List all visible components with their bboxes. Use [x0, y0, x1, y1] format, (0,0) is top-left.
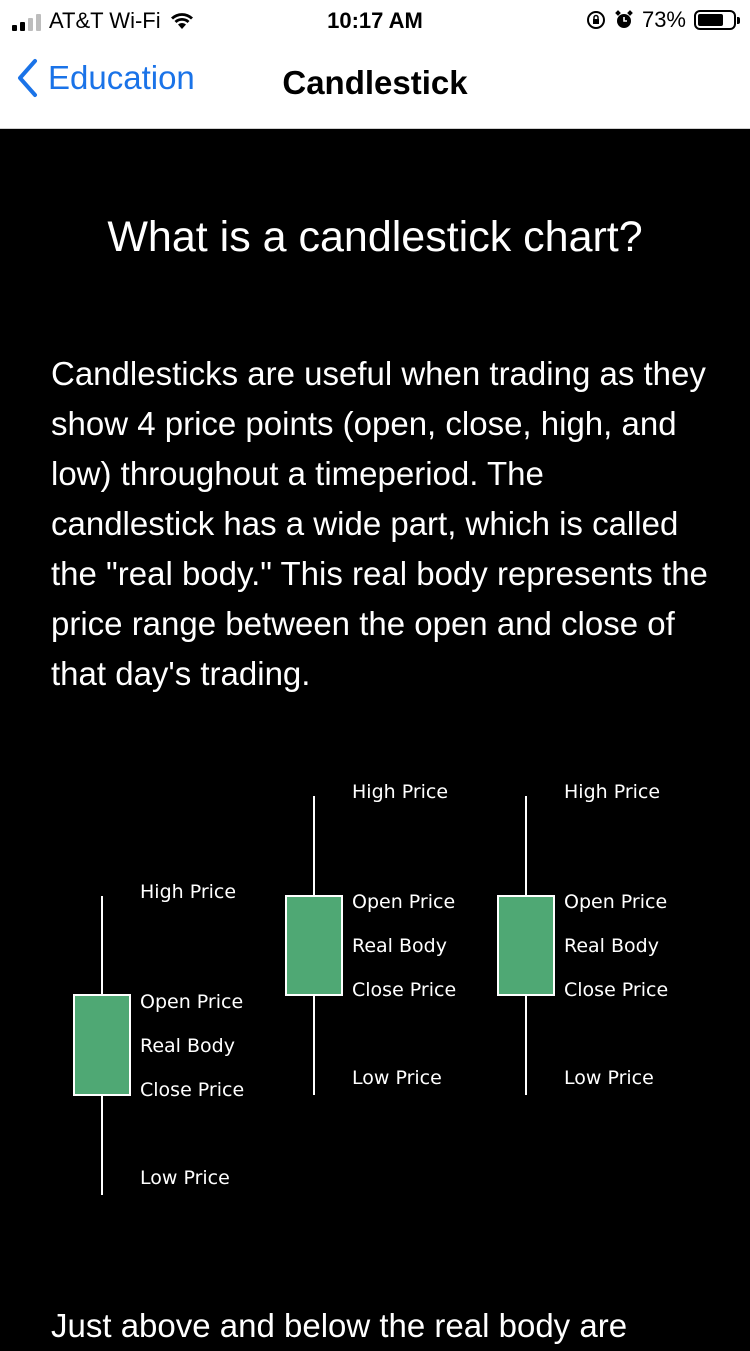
article-paragraph-continued: Just above and below the real body are: [51, 1307, 628, 1344]
high-price-label: High Price: [140, 881, 236, 903]
real-body: [73, 994, 131, 1096]
page-title: Candlestick: [282, 64, 468, 101]
real-body: [497, 895, 555, 996]
low-price-label: Low Price: [352, 1067, 442, 1089]
candlestick-2: High Price Open Price Real Body Close Pr…: [285, 781, 456, 1095]
real-body-label: Real Body: [564, 935, 659, 957]
open-price-label: Open Price: [564, 891, 667, 913]
status-bar: AT&T Wi-Fi 10:17 AM 73%: [0, 0, 750, 40]
article-content[interactable]: What is a candlestick chart? Candlestick…: [0, 129, 750, 1344]
navigation-bar: Education Candlestick: [0, 40, 750, 129]
real-body-label: Real Body: [352, 935, 447, 957]
battery-percent: 73%: [641, 7, 686, 32]
close-price-label: Close Price: [564, 979, 668, 1001]
low-price-label: Low Price: [140, 1167, 230, 1189]
high-price-label: High Price: [564, 781, 660, 803]
candlestick-1: High Price Open Price Real Body Close Pr…: [73, 881, 244, 1195]
status-right: 73%: [586, 7, 740, 33]
real-body-label: Real Body: [140, 1035, 235, 1057]
candlestick-diagram: High Price Open Price Real Body Close Pr…: [73, 781, 668, 1195]
low-price-label: Low Price: [564, 1067, 654, 1089]
close-price-label: Close Price: [352, 979, 456, 1001]
close-price-label: Close Price: [140, 1079, 244, 1101]
alarm-icon: [615, 10, 633, 28]
orientation-lock-icon: [586, 11, 605, 29]
high-price-label: High Price: [352, 781, 448, 803]
real-body: [285, 895, 343, 996]
open-price-label: Open Price: [140, 991, 243, 1013]
battery-level: [698, 14, 723, 26]
battery-icon: [694, 10, 740, 30]
open-price-label: Open Price: [352, 891, 455, 913]
candlestick-3: High Price Open Price Real Body Close Pr…: [497, 781, 668, 1095]
